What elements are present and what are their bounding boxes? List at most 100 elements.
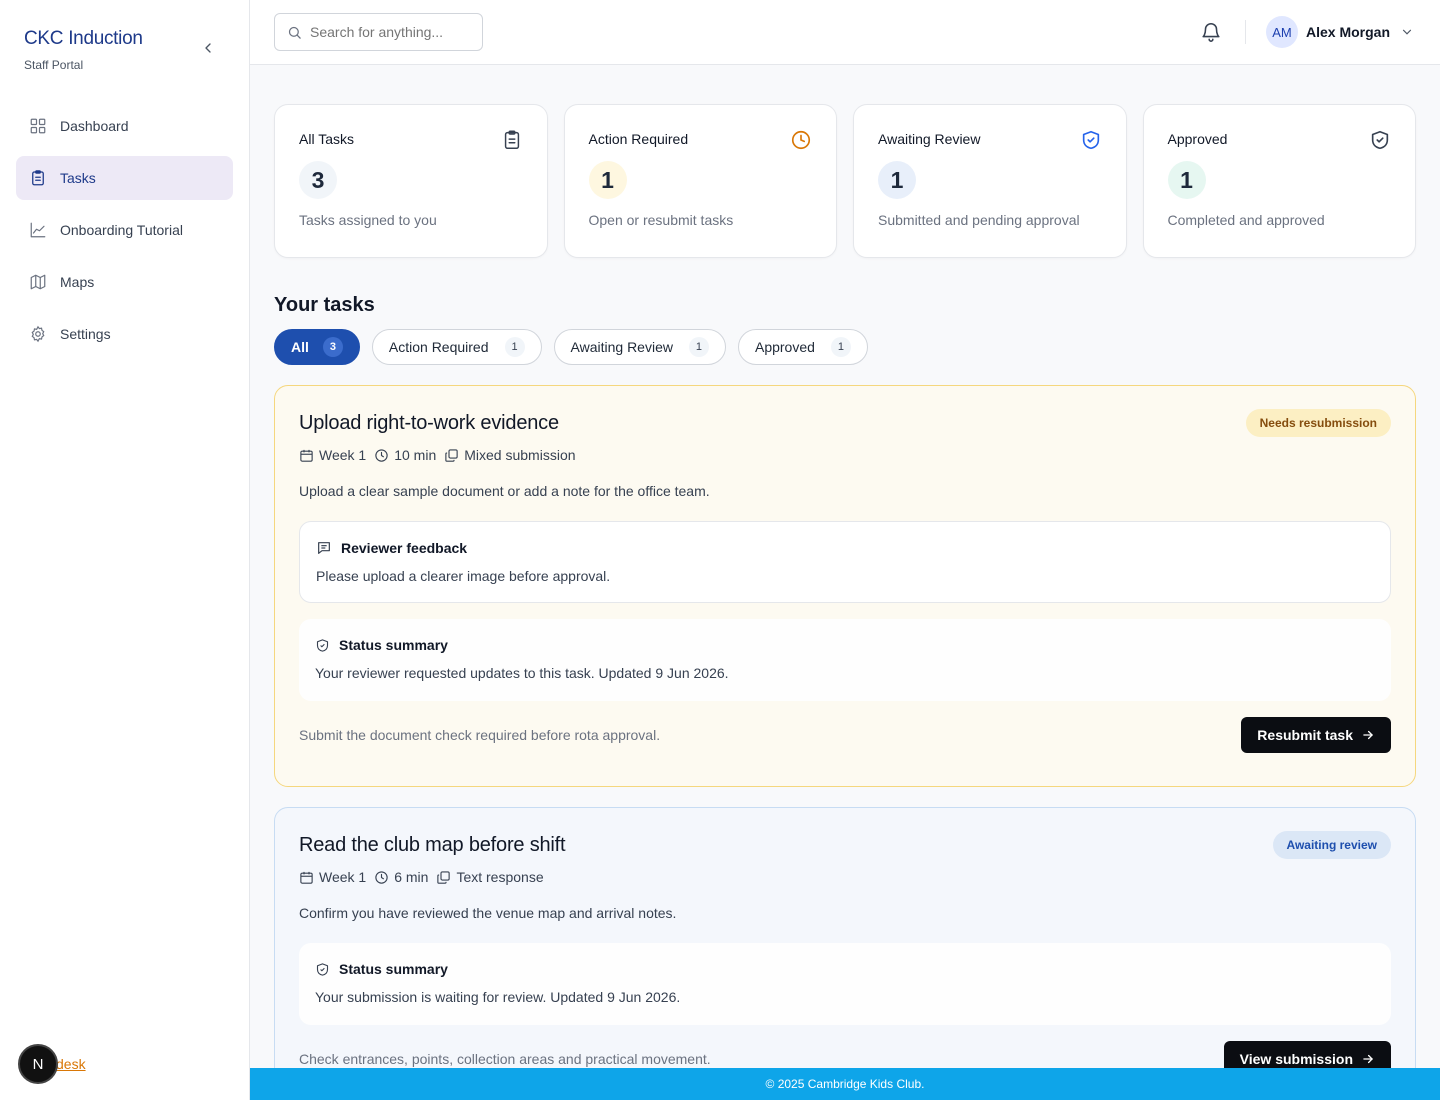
sidebar-item-label: Dashboard	[60, 118, 129, 134]
reviewer-feedback-panel: Reviewer feedback Please upload a cleare…	[299, 521, 1391, 603]
task-card: Upload right-to-work evidence Needs resu…	[274, 385, 1416, 787]
page-footer: © 2025 Cambridge Kids Club.	[250, 1068, 1440, 1100]
filter-awaiting-review[interactable]: Awaiting Review 1	[553, 329, 726, 365]
user-name: Alex Morgan	[1306, 24, 1391, 40]
task-week: Week 1	[299, 447, 366, 463]
filter-all[interactable]: All 3	[274, 329, 360, 365]
panel-body: Your submission is waiting for review. U…	[315, 989, 681, 1005]
gear-icon	[28, 324, 48, 344]
shield-check-icon	[316, 962, 329, 976]
clock-icon	[375, 448, 388, 462]
sidebar-item-settings[interactable]: Settings	[16, 312, 233, 356]
section-title: Your tasks	[274, 294, 375, 316]
calendar-icon	[300, 449, 313, 462]
topbar: AM Alex Morgan	[250, 0, 1440, 65]
task-footer-text: Check entrances, points, collection area…	[299, 1051, 711, 1067]
divider	[1245, 20, 1246, 44]
filter-approved[interactable]: Approved 1	[737, 329, 868, 365]
stat-card-all-tasks[interactable]: All Tasks 3 Tasks assigned to you	[274, 104, 548, 258]
filter-label: Awaiting Review	[570, 339, 673, 355]
sidebar-item-label: Settings	[60, 326, 111, 342]
stat-label: Action Required	[588, 131, 689, 147]
brand: CKC Induction Staff Portal	[24, 28, 143, 72]
copy-icon	[437, 870, 451, 884]
panel-title: Status summary	[339, 961, 448, 977]
filter-count: 1	[830, 337, 851, 357]
sidebar-item-label: Tasks	[60, 170, 96, 186]
task-filters: All 3 Action Required 1 Awaiting Review …	[274, 329, 1416, 365]
status-summary-panel: Status summary Your reviewer requested u…	[299, 619, 1391, 701]
filter-count: 3	[322, 337, 343, 357]
clock-icon	[375, 870, 388, 884]
dev-tools-badge[interactable]: N	[18, 1044, 58, 1084]
avatar: AM	[1266, 16, 1298, 48]
stat-description: Completed and approved	[1167, 212, 1325, 228]
task-week-label: Week 1	[319, 869, 367, 885]
task-week-label: Week 1	[319, 447, 367, 463]
task-duration: 10 min	[374, 447, 436, 463]
resubmit-task-button[interactable]: Resubmit task	[1241, 717, 1391, 753]
filter-label: Action Required	[388, 339, 489, 355]
sidebar: CKC Induction Staff Portal Dashboard Tas…	[0, 0, 250, 1100]
sidebar-nav: Dashboard Tasks Onboarding Tutorial Maps…	[16, 104, 233, 364]
notifications-button[interactable]	[1200, 21, 1222, 43]
filter-label: All	[291, 339, 309, 355]
task-card: Read the club map before shift Awaiting …	[274, 807, 1416, 1100]
filter-action-required[interactable]: Action Required 1	[371, 329, 542, 365]
stat-label: All Tasks	[299, 131, 354, 147]
status-summary-panel: Status summary Your submission is waitin…	[299, 943, 1391, 1025]
task-duration: 6 min	[374, 869, 428, 885]
sidebar-item-maps[interactable]: Maps	[16, 260, 233, 304]
calendar-icon	[300, 871, 313, 884]
collapse-sidebar-button[interactable]	[198, 38, 218, 58]
panel-title: Status summary	[339, 637, 448, 653]
search-input[interactable]	[310, 24, 470, 40]
sidebar-item-tasks[interactable]: Tasks	[16, 156, 233, 200]
panel-heading: Status summary	[315, 637, 1375, 653]
message-icon	[318, 542, 330, 554]
stats-row: All Tasks 3 Tasks assigned to you Action…	[274, 104, 1416, 258]
map-icon	[28, 272, 48, 292]
panel-body: Your reviewer requested updates to this …	[315, 665, 729, 681]
task-type-label: Text response	[456, 869, 544, 885]
stat-value: 1	[878, 161, 916, 199]
stat-value: 1	[588, 161, 627, 199]
task-meta: Week 1 6 min Text response	[299, 869, 1391, 885]
task-duration-label: 6 min	[394, 869, 429, 885]
shield-check-icon	[1371, 130, 1389, 150]
task-description: Confirm you have reviewed the venue map …	[299, 905, 677, 921]
task-type-label: Mixed submission	[464, 447, 576, 463]
panel-heading: Status summary	[315, 961, 1375, 977]
stat-card-approved[interactable]: Approved 1 Completed and approved	[1142, 104, 1416, 258]
task-footer: Submit the document check required befor…	[299, 717, 1391, 753]
stat-value: 1	[1167, 161, 1206, 199]
arrow-right-icon	[1363, 730, 1373, 740]
task-title: Upload right-to-work evidence	[299, 412, 559, 434]
stat-card-action-required[interactable]: Action Required 1 Open or resubmit tasks	[563, 104, 837, 258]
search-box[interactable]	[274, 13, 483, 51]
user-menu[interactable]: AM Alex Morgan	[1266, 16, 1414, 48]
bell-icon	[1202, 23, 1220, 42]
task-meta: Week 1 10 min Mixed submission	[299, 447, 1391, 463]
stat-card-awaiting-review[interactable]: Awaiting Review 1 Submitted and pending …	[853, 104, 1127, 258]
task-week: Week 1	[299, 869, 366, 885]
filter-count: 1	[688, 337, 709, 357]
main-content: All Tasks 3 Tasks assigned to you Action…	[274, 104, 1416, 1100]
filter-label: Approved	[754, 339, 815, 355]
sidebar-item-label: Onboarding Tutorial	[60, 222, 183, 238]
button-label: Resubmit task	[1257, 727, 1353, 743]
stat-description: Submitted and pending approval	[878, 212, 1080, 228]
task-title: Read the club map before shift	[299, 834, 566, 856]
brand-title: CKC Induction	[24, 28, 143, 49]
arrow-right-icon	[1363, 1054, 1373, 1064]
sidebar-item-onboarding-tutorial[interactable]: Onboarding Tutorial	[16, 208, 233, 252]
footer-link[interactable]: desk	[56, 1056, 86, 1072]
filter-count: 1	[504, 337, 525, 357]
task-footer-text: Submit the document check required befor…	[299, 727, 661, 743]
stat-label: Approved	[1167, 131, 1228, 147]
task-type: Mixed submission	[444, 447, 576, 463]
search-icon	[288, 26, 301, 39]
sidebar-item-label: Maps	[60, 274, 95, 290]
clipboard-icon	[504, 130, 519, 149]
sidebar-item-dashboard[interactable]: Dashboard	[16, 104, 233, 148]
